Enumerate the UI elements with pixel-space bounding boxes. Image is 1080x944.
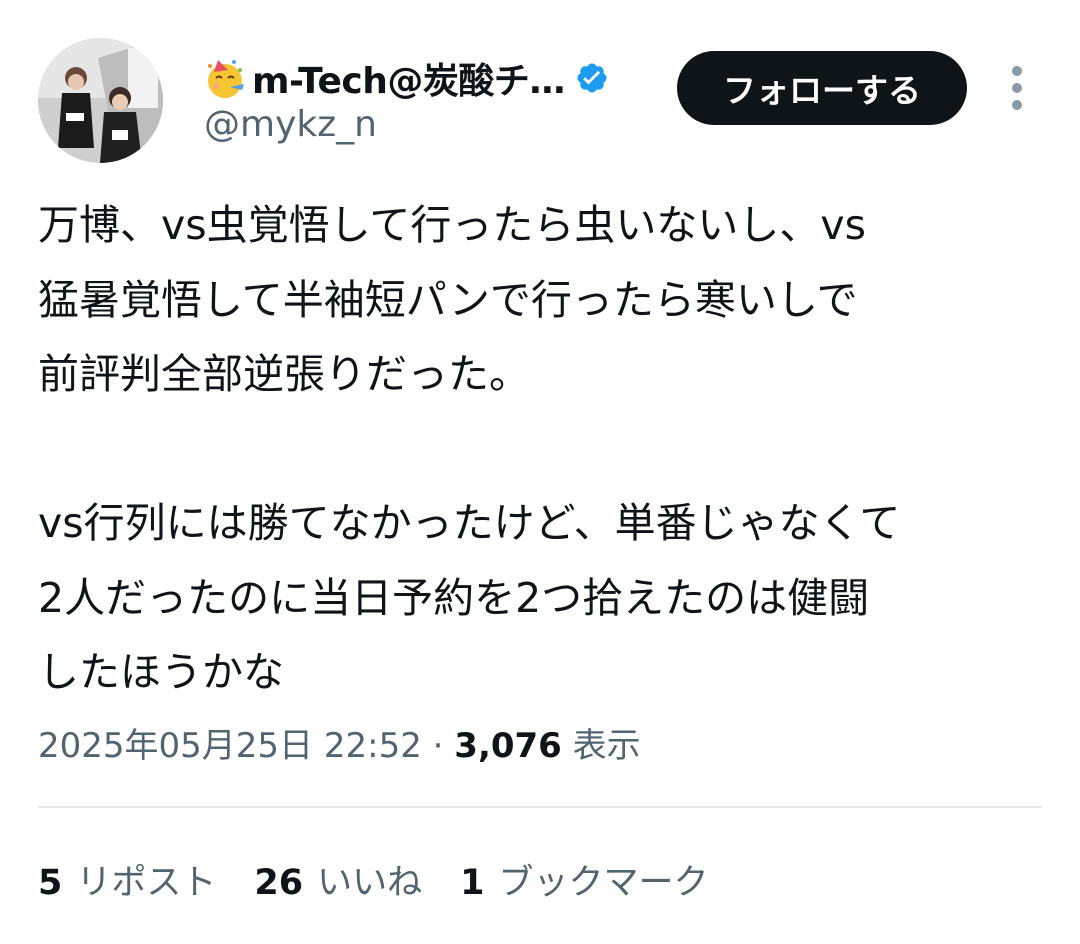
timestamp[interactable]: 2025年05月25日 22:52 — [38, 726, 422, 766]
avatar[interactable] — [38, 38, 163, 163]
more-dot — [1012, 66, 1022, 76]
reposts-label: リポスト — [76, 863, 217, 903]
more-vertical-icon[interactable] — [1001, 66, 1033, 110]
meta-separator: · — [432, 726, 444, 766]
verified-badge-icon — [577, 63, 607, 93]
more-dot — [1012, 83, 1022, 93]
tweet-meta: 2025年05月25日 22:52 · 3,076 表示 — [38, 718, 641, 767]
likes-count: 26 — [254, 863, 304, 903]
engagement-stats: 5 リポスト 26 いいね 1 ブックマーク — [38, 854, 746, 905]
follow-button[interactable]: フォローする — [677, 51, 967, 125]
tweet-text: 万博、vs虫覚悟して行ったら虫いないし、vs 猛暑覚悟して半袖短パンで行ったら寒… — [38, 201, 901, 696]
display-name[interactable]: m-Tech@炭酸チ… — [252, 52, 565, 104]
reposts-count: 5 — [38, 863, 63, 903]
user-handle[interactable]: @mykz_n — [204, 104, 377, 145]
divider — [38, 806, 1042, 808]
bookmarks-label: ブックマーク — [498, 863, 709, 903]
partying-face-emoji-icon — [208, 60, 244, 98]
more-dot — [1012, 100, 1022, 110]
views-label: 表示 — [572, 726, 641, 766]
likes-label: いいね — [317, 863, 423, 903]
likes-stat[interactable]: 26 いいね — [254, 854, 422, 905]
views-count: 3,076 — [454, 726, 562, 766]
reposts-stat[interactable]: 5 リポスト — [38, 854, 216, 905]
bookmarks-stat[interactable]: 1 ブックマーク — [460, 854, 708, 905]
avatar-photo — [38, 38, 163, 163]
tweet-detail: m-Tech@炭酸チ… @mykz_n フォローする 万博、vs虫覚悟して行った… — [0, 0, 1080, 944]
user-name-row[interactable]: m-Tech@炭酸チ… — [204, 52, 609, 104]
bookmarks-count: 1 — [460, 863, 485, 903]
